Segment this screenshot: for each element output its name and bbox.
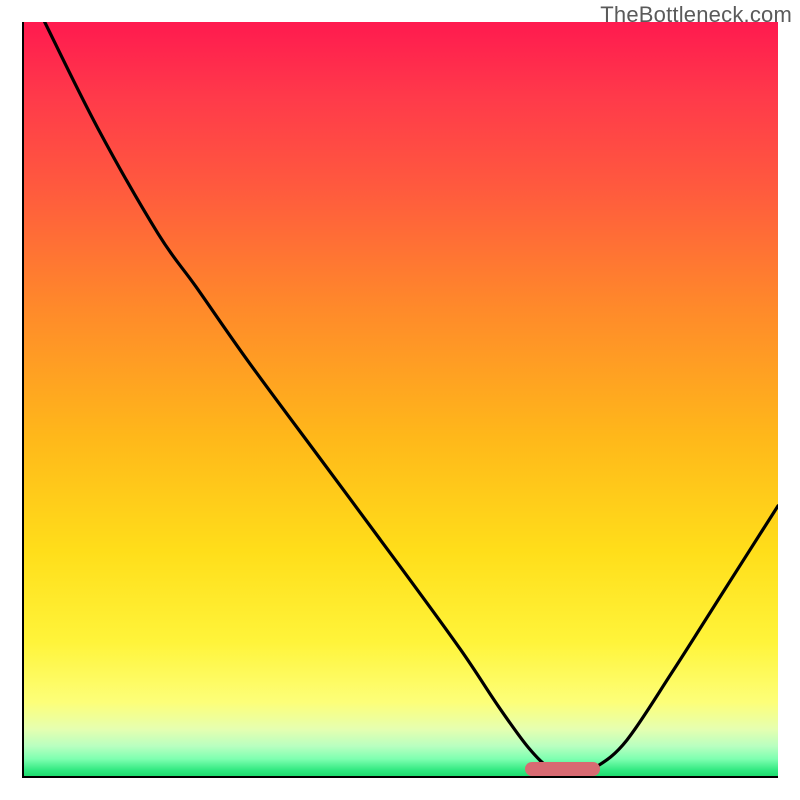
watermark-text: TheBottleneck.com [600, 2, 792, 28]
optimal-range-marker [525, 762, 601, 776]
y-axis [22, 22, 24, 778]
bottleneck-chart: TheBottleneck.com [0, 0, 800, 800]
bottleneck-curve [22, 22, 778, 778]
x-axis [22, 776, 778, 778]
plot-area [22, 22, 778, 778]
